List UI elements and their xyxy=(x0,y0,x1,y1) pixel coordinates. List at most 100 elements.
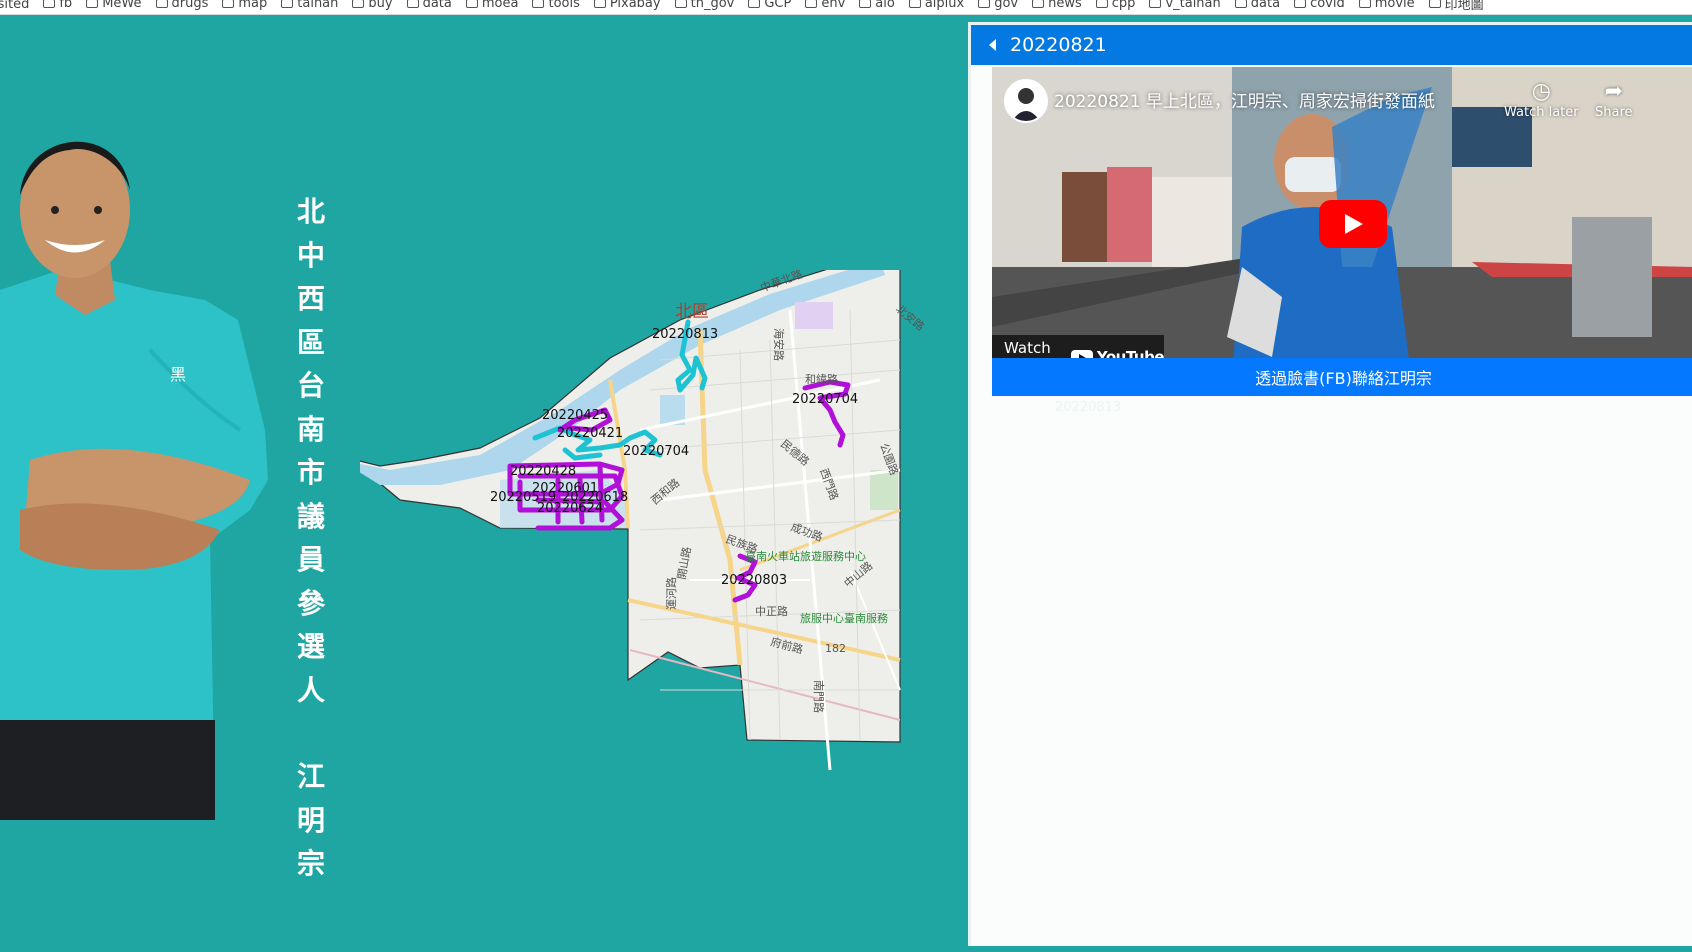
video-title[interactable]: 20220821 早上北區，江明宗、周家宏掃街發面紙 xyxy=(1054,87,1435,112)
folder-icon xyxy=(674,0,687,8)
route-label[interactable]: 20220428 xyxy=(510,464,576,479)
bookmark-21[interactable]: covid xyxy=(1294,0,1345,11)
bookmark-4[interactable]: map xyxy=(222,0,267,11)
bookmark-label: v_tainan xyxy=(1165,0,1221,11)
bookmark-label: gov xyxy=(994,0,1019,11)
bookmark-15[interactable]: aiplux xyxy=(908,0,965,11)
route-label[interactable]: 20220704 xyxy=(623,444,689,459)
bookmark-1[interactable]: fb xyxy=(43,0,72,11)
bookmark-label: moea xyxy=(481,0,519,11)
folder-icon xyxy=(1358,0,1371,8)
panel-title: 20220821 xyxy=(1010,34,1107,56)
folder-icon xyxy=(281,0,294,8)
route-label[interactable]: 20220425 xyxy=(542,408,608,423)
street-label: 旅服中心臺南服務 xyxy=(800,611,888,625)
watch-later-button[interactable]: ◷ Watch later xyxy=(1504,79,1579,120)
bookmark-7[interactable]: data xyxy=(406,0,452,11)
bookmark-0[interactable]: isited xyxy=(0,0,29,12)
bookmark-3[interactable]: drugs xyxy=(155,0,209,11)
bookmark-label: env xyxy=(821,0,846,11)
folder-icon xyxy=(532,0,545,8)
route-label[interactable]: 20220813 xyxy=(652,327,718,342)
street-label: 和緯路 xyxy=(805,372,838,386)
title-char: 北 xyxy=(296,195,325,228)
channel-avatar[interactable] xyxy=(1004,79,1048,123)
bookmark-label: news xyxy=(1048,0,1082,11)
pixabay-icon xyxy=(593,0,606,8)
bookmark-18[interactable]: cpp xyxy=(1095,0,1136,11)
bookmark-9[interactable]: tools xyxy=(532,0,580,11)
name-char: 明 xyxy=(296,803,325,837)
bookmark-12[interactable]: GCP xyxy=(748,0,791,11)
folder-icon xyxy=(1234,0,1247,8)
bookmark-13[interactable]: env xyxy=(805,0,845,11)
bookmark-19[interactable]: v_tainan xyxy=(1149,0,1221,11)
bookmark-20[interactable]: data xyxy=(1234,0,1281,11)
street-label: 南門路 xyxy=(812,680,825,713)
title-char: 員 xyxy=(296,543,325,576)
street-label: 182 xyxy=(825,642,846,655)
svg-text:黑: 黑 xyxy=(170,365,186,384)
folder-icon xyxy=(1095,0,1108,8)
folder-icon xyxy=(406,0,419,8)
bookmark-6[interactable]: buy xyxy=(352,0,393,11)
share-button[interactable]: ➦ Share xyxy=(1595,79,1633,120)
bookmark-label: drugs xyxy=(171,0,209,11)
bookmark-2[interactable]: MeWe xyxy=(86,0,142,11)
bookmark-label: covid xyxy=(1310,0,1345,11)
faint-route-label: 20220813 xyxy=(1055,400,1122,415)
title-char: 選 xyxy=(296,630,325,663)
share-arrow-icon: ➦ xyxy=(1604,79,1623,104)
candidate-portrait: 黑 xyxy=(0,141,268,820)
bookmark-label: 印地圖 xyxy=(1444,0,1484,13)
bookmark-label: aio xyxy=(875,0,895,11)
folder-icon xyxy=(1294,0,1307,8)
bookmark-label: buy xyxy=(368,0,393,11)
bookmark-10[interactable]: Pixabay xyxy=(593,0,661,11)
map-pin-icon xyxy=(1428,0,1441,8)
play-button[interactable] xyxy=(1319,200,1387,248)
folder-icon xyxy=(859,0,872,8)
folder-icon xyxy=(1032,0,1045,8)
clock-icon: ◷ xyxy=(1531,79,1551,104)
title-char: 議 xyxy=(296,499,325,533)
title-char: 參 xyxy=(296,586,325,620)
street-label: 臺南火車站旅遊服務中心 xyxy=(745,549,866,563)
title-char: 區 xyxy=(296,325,325,359)
bookmark-8[interactable]: moea xyxy=(465,0,519,11)
route-label[interactable]: 20220624 xyxy=(537,501,603,516)
title-char: 中 xyxy=(296,238,325,272)
title-char: 市 xyxy=(296,456,325,489)
bookmark-label: movie xyxy=(1374,0,1415,11)
bookmark-label: data xyxy=(422,0,452,11)
folder-icon xyxy=(805,0,818,8)
fb-contact-button[interactable]: 透過臉書(FB)聯絡江明宗 xyxy=(992,358,1692,396)
title-char: 南 xyxy=(296,412,325,446)
route-label[interactable]: 20220421 xyxy=(557,426,623,441)
bookmark-label: tainan xyxy=(297,0,339,11)
bookmark-14[interactable]: aio xyxy=(859,0,895,11)
street-label: 中正路 xyxy=(755,605,788,618)
bookmark-label: GCP xyxy=(764,0,792,11)
bookmark-label: tn_gov xyxy=(690,0,735,11)
bookmark-5[interactable]: tainan xyxy=(281,0,338,11)
bookmark-23[interactable]: 印地圖 xyxy=(1428,0,1484,13)
back-arrow-icon[interactable] xyxy=(989,39,996,51)
bookmark-label: map xyxy=(238,0,268,11)
bookmark-label: isited xyxy=(0,0,30,12)
bookmark-22[interactable]: movie xyxy=(1358,0,1415,11)
bookmark-label: Pixabay xyxy=(609,0,661,11)
title-char: 西 xyxy=(296,282,325,315)
district-map: 北區 中華北路北安路海安路和緯路民德路西門路公園路成功路民族路西和路開山路 臺南火… xyxy=(360,270,927,771)
bookmark-11[interactable]: tn_gov xyxy=(674,0,735,11)
bookmark-17[interactable]: news xyxy=(1032,0,1082,11)
bookmark-label: data xyxy=(1250,0,1281,11)
folder-icon xyxy=(222,0,235,8)
youtube-embed[interactable]: 20220821 早上北區，江明宗、周家宏掃街發面紙 ◷ Watch later… xyxy=(992,67,1692,383)
bookmark-label: cpp xyxy=(1111,0,1136,11)
bookmark-16[interactable]: gov xyxy=(978,0,1018,11)
bookmark-label: aiplux xyxy=(924,0,965,11)
route-label[interactable]: 20220704 xyxy=(792,392,858,407)
route-label[interactable]: 20220803 xyxy=(721,573,787,588)
folder-icon xyxy=(978,0,991,8)
